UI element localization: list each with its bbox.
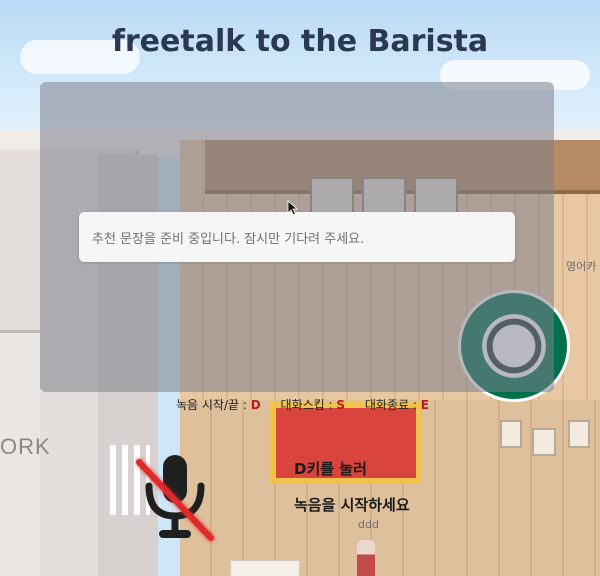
shortcut-key: S <box>336 398 346 412</box>
hint-line-1: D키를 눌러 <box>294 460 367 478</box>
shortcut-end: 대화종료 : E <box>364 398 429 412</box>
scene-right-label: 영어카 <box>566 260 597 273</box>
shortcut-label: 녹음 시작/끝 <box>176 398 240 412</box>
shortcut-key: D <box>250 398 261 412</box>
table <box>532 428 556 456</box>
mouse-cursor-icon <box>287 200 299 216</box>
shortcut-skip: 대화스킵 : S <box>280 398 346 412</box>
character-name: ddd <box>358 518 379 531</box>
shortcut-legend: 녹음 시작/끝 : D 대화스킵 : S 대화종료 : E <box>176 396 445 413</box>
shortcut-label: 대화스킵 <box>280 398 325 412</box>
recommendation-status-box: 추천 문장을 준비 중입니다. 잠시만 기다려 주세요. <box>79 212 515 262</box>
hint-line-2: 녹음을 시작하세요 <box>294 496 410 514</box>
building-sign: ORK <box>0 434 51 459</box>
player-avatar <box>357 540 375 576</box>
shortcut-label: 대화종료 <box>364 398 410 412</box>
shortcut-record: 녹음 시작/끝 : D <box>176 398 261 412</box>
microphone-muted-icon[interactable] <box>135 450 217 546</box>
chair <box>568 420 590 448</box>
shortcut-key: E <box>420 398 429 412</box>
page-title: freetalk to the Barista <box>111 24 489 59</box>
status-message: 추천 문장을 준비 중입니다. 잠시만 기다려 주세요. <box>92 231 365 247</box>
chair <box>500 420 522 448</box>
door-mat <box>230 560 300 576</box>
